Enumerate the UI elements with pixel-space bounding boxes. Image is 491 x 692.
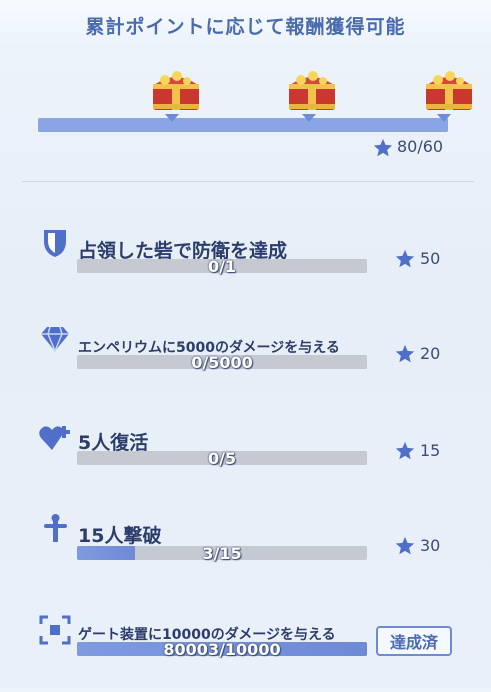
milestone-marker (437, 114, 451, 122)
star-icon (395, 536, 415, 555)
task-reward: 50 (420, 249, 441, 268)
task-row: エンペリウムに5000のダメージを与える 0/5000 20 (0, 322, 491, 402)
task-reward: 20 (420, 344, 441, 363)
task-progress-text: 80003/10000 (163, 640, 281, 659)
treasure-chest-icon[interactable] (420, 64, 478, 114)
star-icon (395, 441, 415, 460)
task-row: 15人撃破 3/15 30 (0, 512, 491, 592)
header: 累計ポイントに応じて報酬獲得可能 (0, 0, 491, 50)
completed-button[interactable]: 達成済 (376, 626, 452, 656)
task-progress-text: 3/15 (202, 544, 242, 563)
milestone-progress-bar (38, 118, 448, 132)
milestone-progress-fill (38, 118, 448, 132)
treasure-chest-icon[interactable] (147, 64, 205, 114)
sword-icon (44, 514, 67, 542)
star-icon (373, 138, 393, 157)
star-icon (395, 249, 415, 268)
page-title: 累計ポイントに応じて報酬獲得可能 (85, 16, 406, 38)
task-reward: 15 (420, 441, 441, 460)
divider (22, 181, 474, 182)
total-points: 80/60 (397, 137, 444, 156)
shield-icon (44, 230, 66, 257)
task-progress-text: 0/5000 (191, 353, 253, 372)
milestone-marker (165, 114, 179, 122)
star-icon (395, 344, 415, 363)
diamond-icon (41, 326, 69, 353)
task-row: 5人復活 0/5 15 (0, 420, 491, 500)
task-reward: 30 (420, 536, 441, 555)
heart-plus-icon (39, 426, 70, 450)
task-progress-text: 0/1 (207, 257, 237, 276)
target-frame-icon (39, 615, 71, 645)
task-row: 占領した砦で防衛を達成 0/1 50 (0, 225, 491, 305)
milestone-marker (302, 114, 316, 122)
treasure-chest-icon[interactable] (283, 64, 341, 114)
task-progress-text: 0/5 (207, 449, 237, 468)
